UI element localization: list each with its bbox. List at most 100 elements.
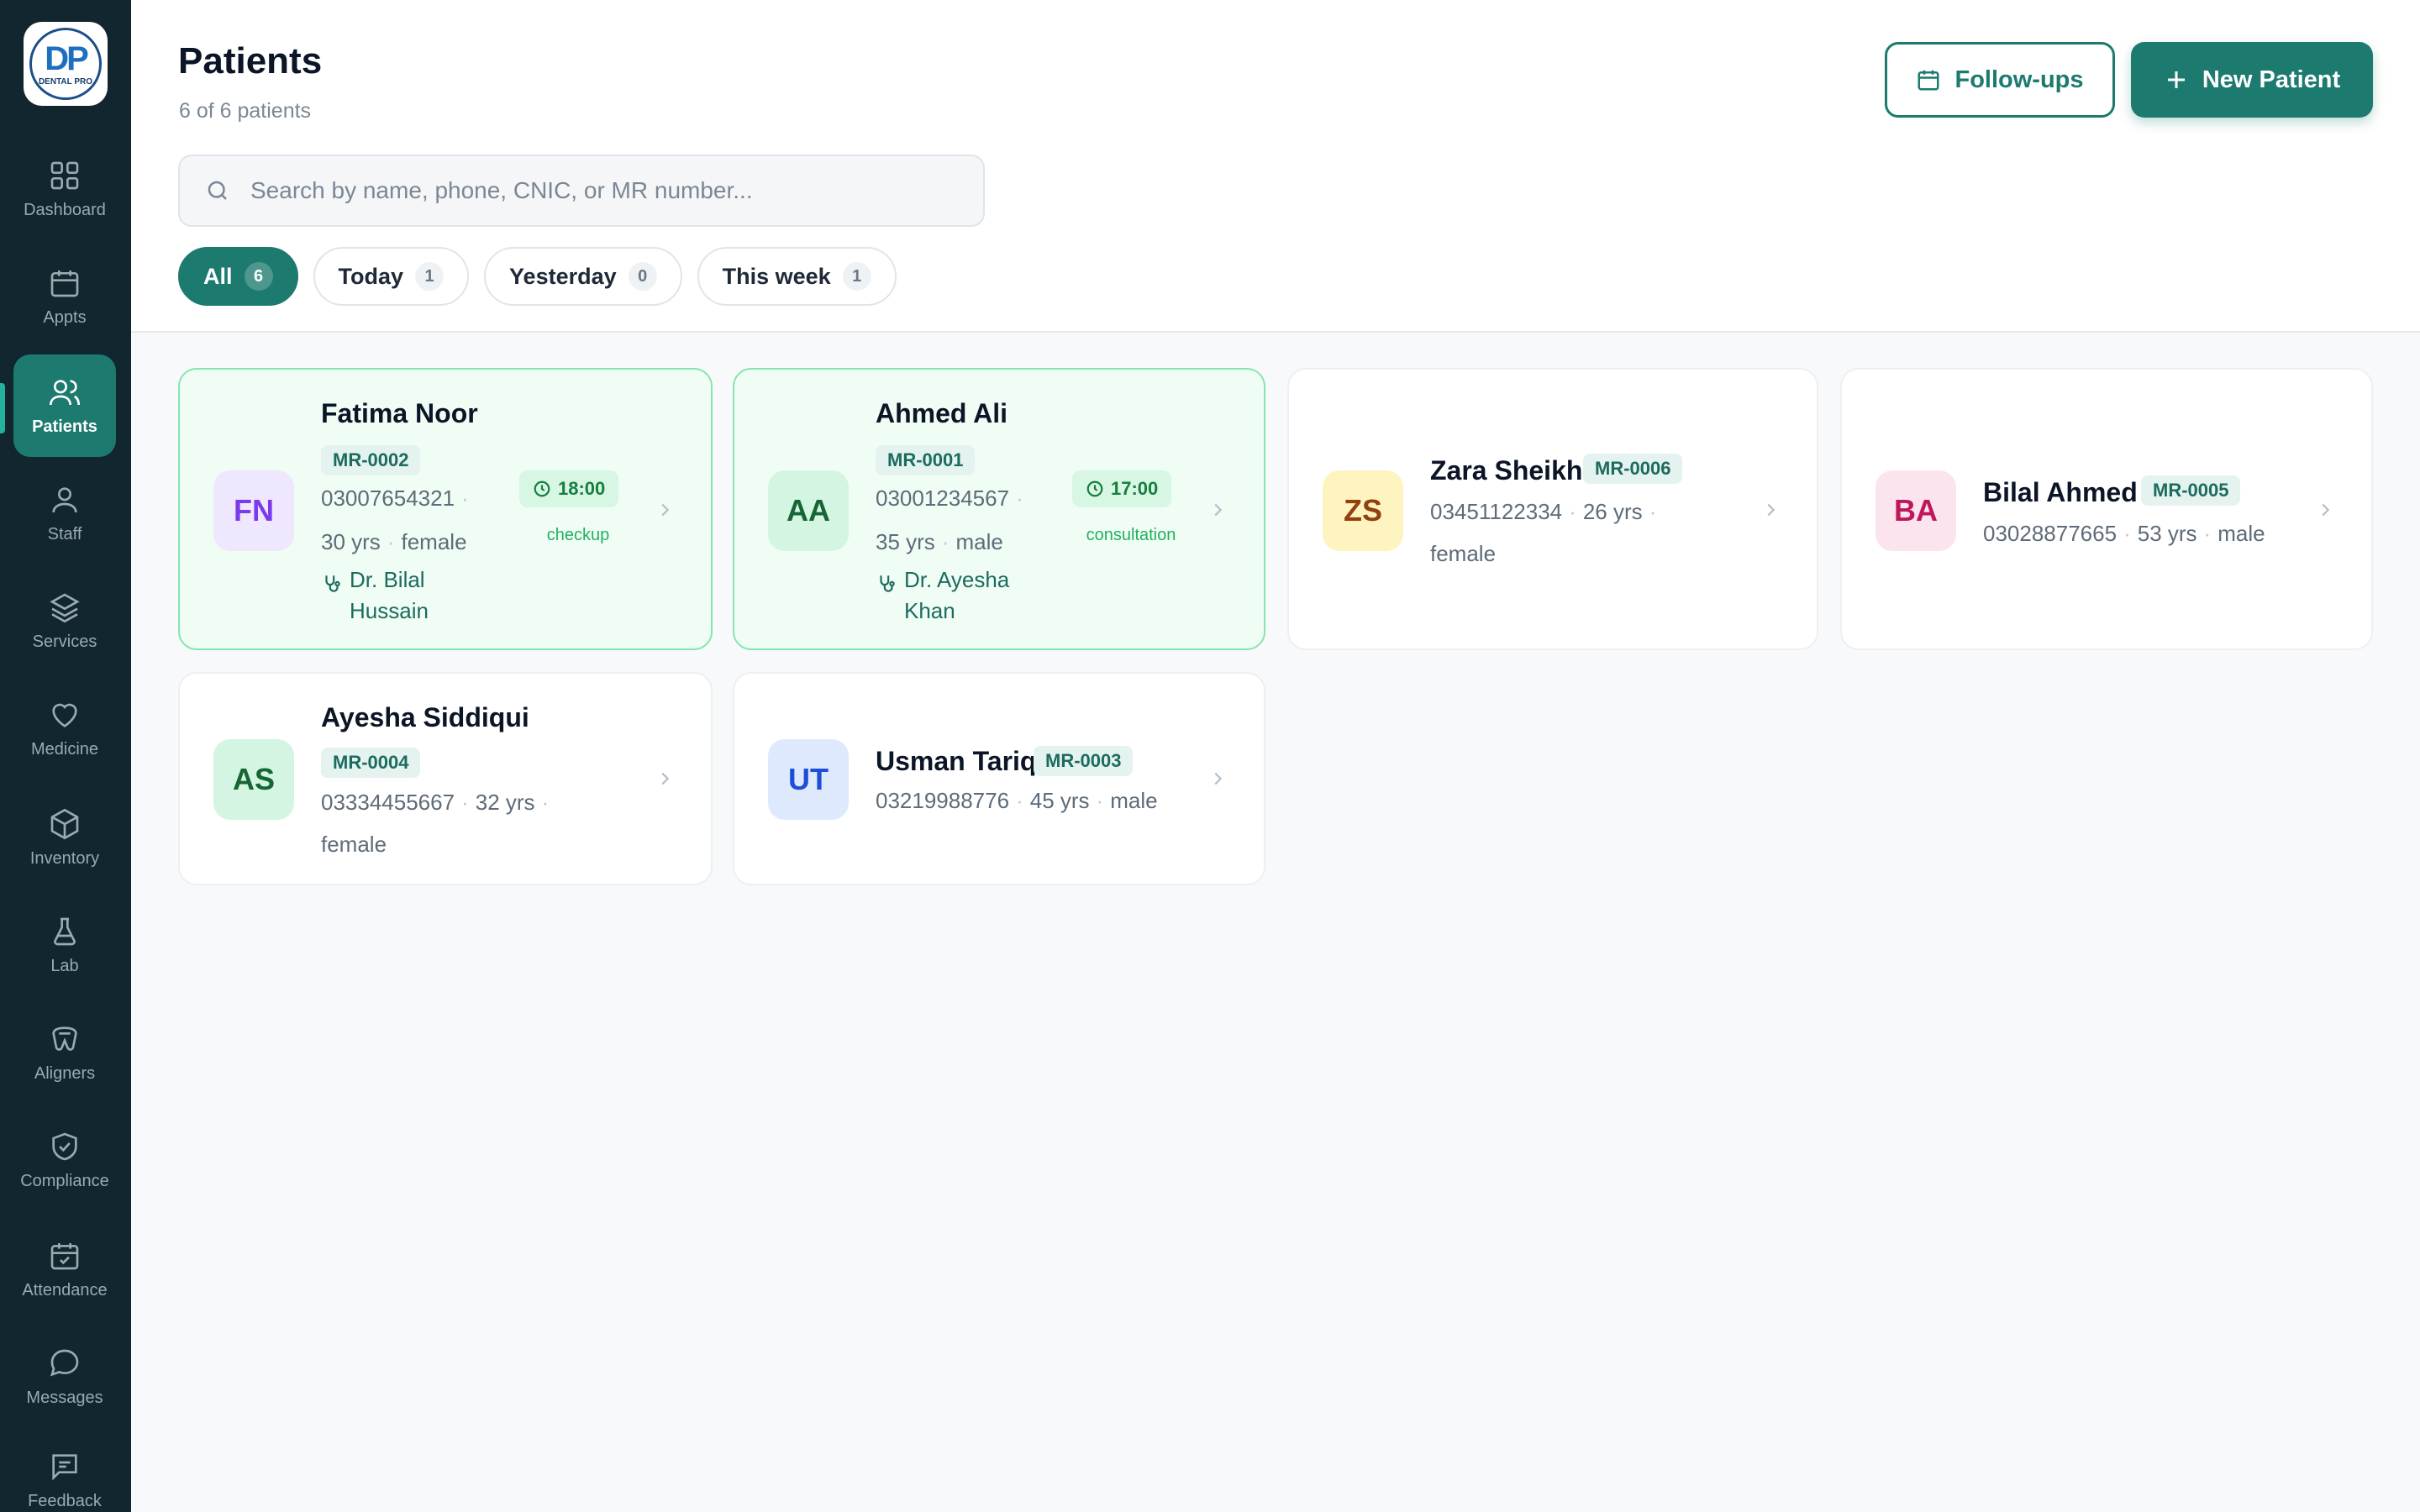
filter-all[interactable]: All 6 <box>178 247 298 306</box>
logo-badge: DP DENTAL PRO <box>29 28 102 100</box>
age-text: 26 yrs <box>1582 499 1643 524</box>
sidebar-item-attendance[interactable]: Attendance <box>13 1218 116 1320</box>
chevron-right-icon <box>1214 503 1223 517</box>
search-input[interactable] <box>249 176 971 205</box>
mr-number-badge: MR-0001 <box>876 445 976 475</box>
filter-label: This week <box>722 263 831 289</box>
patient-age-gender: 35 yrs · male <box>876 529 1003 554</box>
age-text: 53 yrs <box>2137 521 2197 546</box>
age-text: 45 yrs <box>1029 788 1090 813</box>
sidebar-item-label: Patients <box>32 417 97 436</box>
sidebar-item-messages[interactable]: Messages <box>13 1326 116 1428</box>
patient-phone-age: 03334455667 · 32 yrs · <box>321 790 550 815</box>
patient-phone: 03007654321 · <box>321 486 469 511</box>
sidebar-item-dashboard[interactable]: Dashboard <box>13 138 116 240</box>
new-patient-button[interactable]: New Patient <box>2131 42 2373 118</box>
app-logo[interactable]: DP DENTAL PRO <box>24 22 108 106</box>
patient-card[interactable]: UT Usman Tariq MR-0003 03219988776 · 45 yr… <box>733 672 1265 885</box>
patient-card[interactable]: AA Ahmed Ali MR-0001 03001234567 · 35 yrs… <box>733 368 1265 650</box>
active-nav-marker <box>0 383 5 433</box>
assigned-doctor: Dr. Bilal Hussain <box>321 564 429 627</box>
new-patient-label: New Patient <box>2202 66 2341 93</box>
patient-name: Ayesha Siddiqui <box>321 702 529 732</box>
clock-icon <box>1086 480 1103 497</box>
sidebar-item-label: Services <box>32 632 97 651</box>
filter-today[interactable]: Today 1 <box>313 247 470 306</box>
search-icon <box>208 181 227 200</box>
sidebar-item-inventory[interactable]: Inventory <box>13 786 116 889</box>
clock-icon <box>534 480 550 497</box>
sidebar-item-feedback[interactable]: Feedback <box>13 1438 116 1512</box>
filter-yesterday[interactable]: Yesterday 0 <box>484 247 682 306</box>
sidebar-item-aligners[interactable]: Aligners <box>13 1001 116 1104</box>
doctor-name-cont: Khan <box>904 598 955 623</box>
calendar-icon <box>1918 70 1939 91</box>
patient-phone: 03001234567 · <box>876 486 1023 511</box>
patient-phone-age-gender: 03028877665 · 53 yrs · male <box>1983 521 2265 546</box>
appointment-time-badge: 18:00 <box>519 470 619 507</box>
search-box <box>178 155 985 227</box>
appointment-time: 18:00 <box>558 478 606 499</box>
filter-count-badge: 0 <box>628 262 657 291</box>
sidebar-item-label: Aligners <box>34 1063 96 1083</box>
calendar-icon <box>50 270 79 297</box>
users-icon <box>50 379 80 405</box>
sidebar-item-label: Inventory <box>29 848 100 868</box>
avatar: UT <box>768 739 849 820</box>
phone-text: 03219988776 <box>876 788 1010 813</box>
calendar-check-icon <box>50 1242 79 1269</box>
sidebar-item-label: Appts <box>43 307 87 327</box>
plus-icon <box>2167 71 2185 88</box>
phone-text: 03334455667 <box>321 790 455 815</box>
patient-card[interactable]: BA Bilal Ahmed MR-0005 03028877665 · 53 yr… <box>1840 368 2373 650</box>
sidebar: DP DENTAL PRO Dashboard Appts Patients S… <box>0 0 131 1512</box>
avatar: AS <box>213 739 294 820</box>
assigned-doctor: Dr. Ayesha Khan <box>876 564 1009 627</box>
age-text: 30 yrs <box>321 529 381 554</box>
filter-count-badge: 6 <box>244 262 273 291</box>
sidebar-item-label: Feedback <box>28 1492 102 1510</box>
chevron-right-icon <box>1214 772 1223 785</box>
appointment-time: 17:00 <box>1111 478 1159 499</box>
sidebar-item-services[interactable]: Services <box>13 570 116 672</box>
sidebar-item-compliance[interactable]: Compliance <box>13 1109 116 1211</box>
stethoscope-icon <box>325 575 340 592</box>
phone-text: 03028877665 <box>1983 521 2118 546</box>
patient-count: 6 of 6 patients <box>179 99 312 123</box>
gender-text: male <box>2217 521 2265 546</box>
sidebar-item-patients[interactable]: Patients <box>13 354 116 457</box>
logo-text: DENTAL PRO <box>38 76 93 87</box>
doctor-name: Dr. Ayesha <box>904 567 1010 592</box>
sidebar-item-label: Medicine <box>30 739 99 759</box>
chevron-right-icon <box>2322 503 2330 517</box>
phone-text: 03007654321 <box>321 486 455 511</box>
sidebar-item-medicine[interactable]: Medicine <box>13 677 116 780</box>
patient-card[interactable]: AS Ayesha Siddiqui MR-0004 03334455667 · 3… <box>178 672 713 885</box>
chevron-right-icon <box>661 503 670 517</box>
page-title: Patients <box>178 40 323 81</box>
sidebar-item-label: Compliance <box>20 1171 109 1190</box>
logo-mark-icon: DP <box>45 39 89 77</box>
sidebar-item-lab[interactable]: Lab <box>13 894 116 996</box>
patient-card[interactable]: ZS Zara Sheikh MR-0006 03451122334 · 26 yr… <box>1287 368 1818 650</box>
follow-ups-button[interactable]: Follow-ups <box>1885 42 2115 118</box>
chevron-right-icon <box>1767 503 1776 517</box>
appointment-time-badge: 17:00 <box>1072 470 1172 507</box>
avatar: BA <box>1876 470 1956 551</box>
sidebar-item-label: Lab <box>50 956 79 975</box>
patient-card[interactable]: FN Fatima Noor MR-0002 03007654321 · 30 y… <box>178 368 713 650</box>
follow-ups-label: Follow-ups <box>1954 66 2084 93</box>
doctor-name-cont: Hussain <box>350 598 429 623</box>
mr-number-badge: MR-0003 <box>1034 746 1134 776</box>
filter-this-week[interactable]: This week 1 <box>697 247 897 306</box>
sidebar-item-appts[interactable]: Appts <box>13 245 116 348</box>
sidebar-item-staff[interactable]: Staff <box>13 462 116 564</box>
sidebar-item-label: Attendance <box>22 1280 108 1299</box>
layers-icon <box>50 592 80 622</box>
box-icon <box>50 808 79 839</box>
mr-number-badge: MR-0002 <box>321 445 421 475</box>
filter-label: Yesterday <box>509 263 617 289</box>
doctor-name: Dr. Bilal <box>350 567 425 592</box>
feedback-icon <box>52 1454 77 1481</box>
filter-label: Today <box>338 263 404 289</box>
